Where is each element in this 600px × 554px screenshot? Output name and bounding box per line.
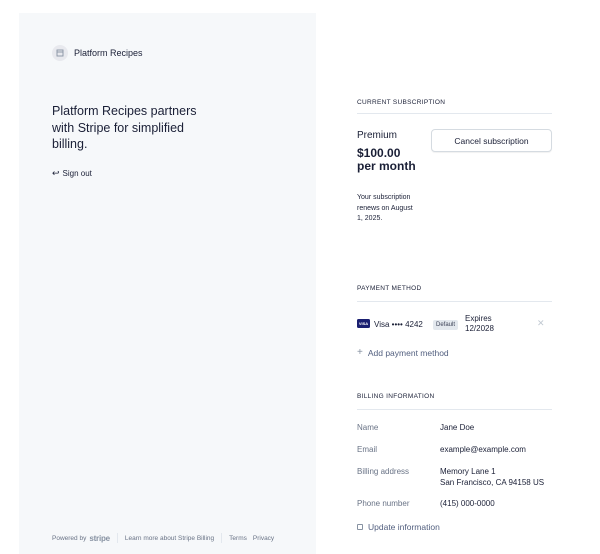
renewal-text: Your subscription renews on August 1, 20… — [357, 194, 413, 222]
terms-link[interactable]: Terms — [229, 535, 247, 542]
footer-divider — [116, 533, 118, 543]
name-label: Name — [357, 423, 379, 432]
footer: Powered by stripe Learn more about Strip… — [52, 533, 274, 543]
billing-address-label: Billing address — [357, 467, 410, 476]
privacy-link[interactable]: Privacy — [253, 535, 274, 542]
address-line-1: Memory Lane 1 — [440, 467, 496, 476]
current-subscription-title: CURRENT SUBSCRIPTION — [357, 99, 446, 106]
billing-information-title: BILLING INFORMATION — [357, 393, 435, 400]
divider — [357, 301, 552, 302]
arrow-left-icon: ↩ — [52, 168, 60, 178]
plan-name: Premium — [357, 130, 398, 141]
headline: Platform Recipes partners with Stripe fo… — [52, 104, 197, 151]
card-label: Visa •••• 4242 — [374, 320, 423, 329]
default-badge: Default — [433, 320, 459, 330]
add-payment-method-button[interactable]: + Add payment method — [357, 347, 449, 358]
sign-out-link[interactable]: ↩ Sign out — [52, 168, 92, 179]
sign-out-label: Sign out — [62, 169, 92, 178]
phone-value: (415) 000-0000 — [440, 499, 495, 508]
visa-icon: VISA — [357, 319, 370, 328]
left-panel: Platform Recipes Platform Recipes partne… — [19, 13, 316, 554]
card-expiry: Expires 12/2028 — [465, 314, 494, 334]
payment-method-title: PAYMENT METHOD — [357, 285, 422, 292]
expires-label: Expires — [465, 314, 492, 323]
add-payment-label: Add payment method — [367, 347, 449, 358]
edit-icon — [357, 524, 363, 530]
email-value: example@example.com — [440, 445, 526, 454]
plus-icon: + — [357, 347, 363, 358]
brand-name: Platform Recipes — [74, 48, 143, 58]
billing-address-value: Memory Lane 1 San Francisco, CA 94158 US — [440, 467, 544, 488]
payment-card-row: VISA Visa •••• 4242 Default Expires 12/2… — [357, 313, 552, 337]
phone-label: Phone number — [357, 499, 410, 508]
learn-more-link[interactable]: Learn more about Stripe Billing — [125, 535, 214, 542]
footer-divider — [221, 533, 223, 543]
update-information-button[interactable]: Update information — [357, 522, 440, 532]
divider — [357, 113, 552, 114]
cancel-subscription-button[interactable]: Cancel subscription — [431, 129, 552, 152]
name-value: Jane Doe — [440, 423, 475, 432]
address-line-2: San Francisco, CA 94158 US — [440, 477, 545, 487]
expires-date: 12/2028 — [465, 324, 494, 333]
divider — [357, 409, 552, 410]
powered-by-label: Powered by — [52, 534, 87, 542]
store-icon — [52, 45, 68, 61]
plan-price: $100.00 per month — [357, 146, 416, 173]
brand: Platform Recipes — [52, 45, 143, 61]
update-information-label: Update information — [368, 522, 440, 532]
email-label: Email — [357, 445, 378, 454]
close-icon[interactable]: ✕ — [537, 318, 545, 329]
stripe-logo[interactable]: stripe — [89, 534, 110, 543]
